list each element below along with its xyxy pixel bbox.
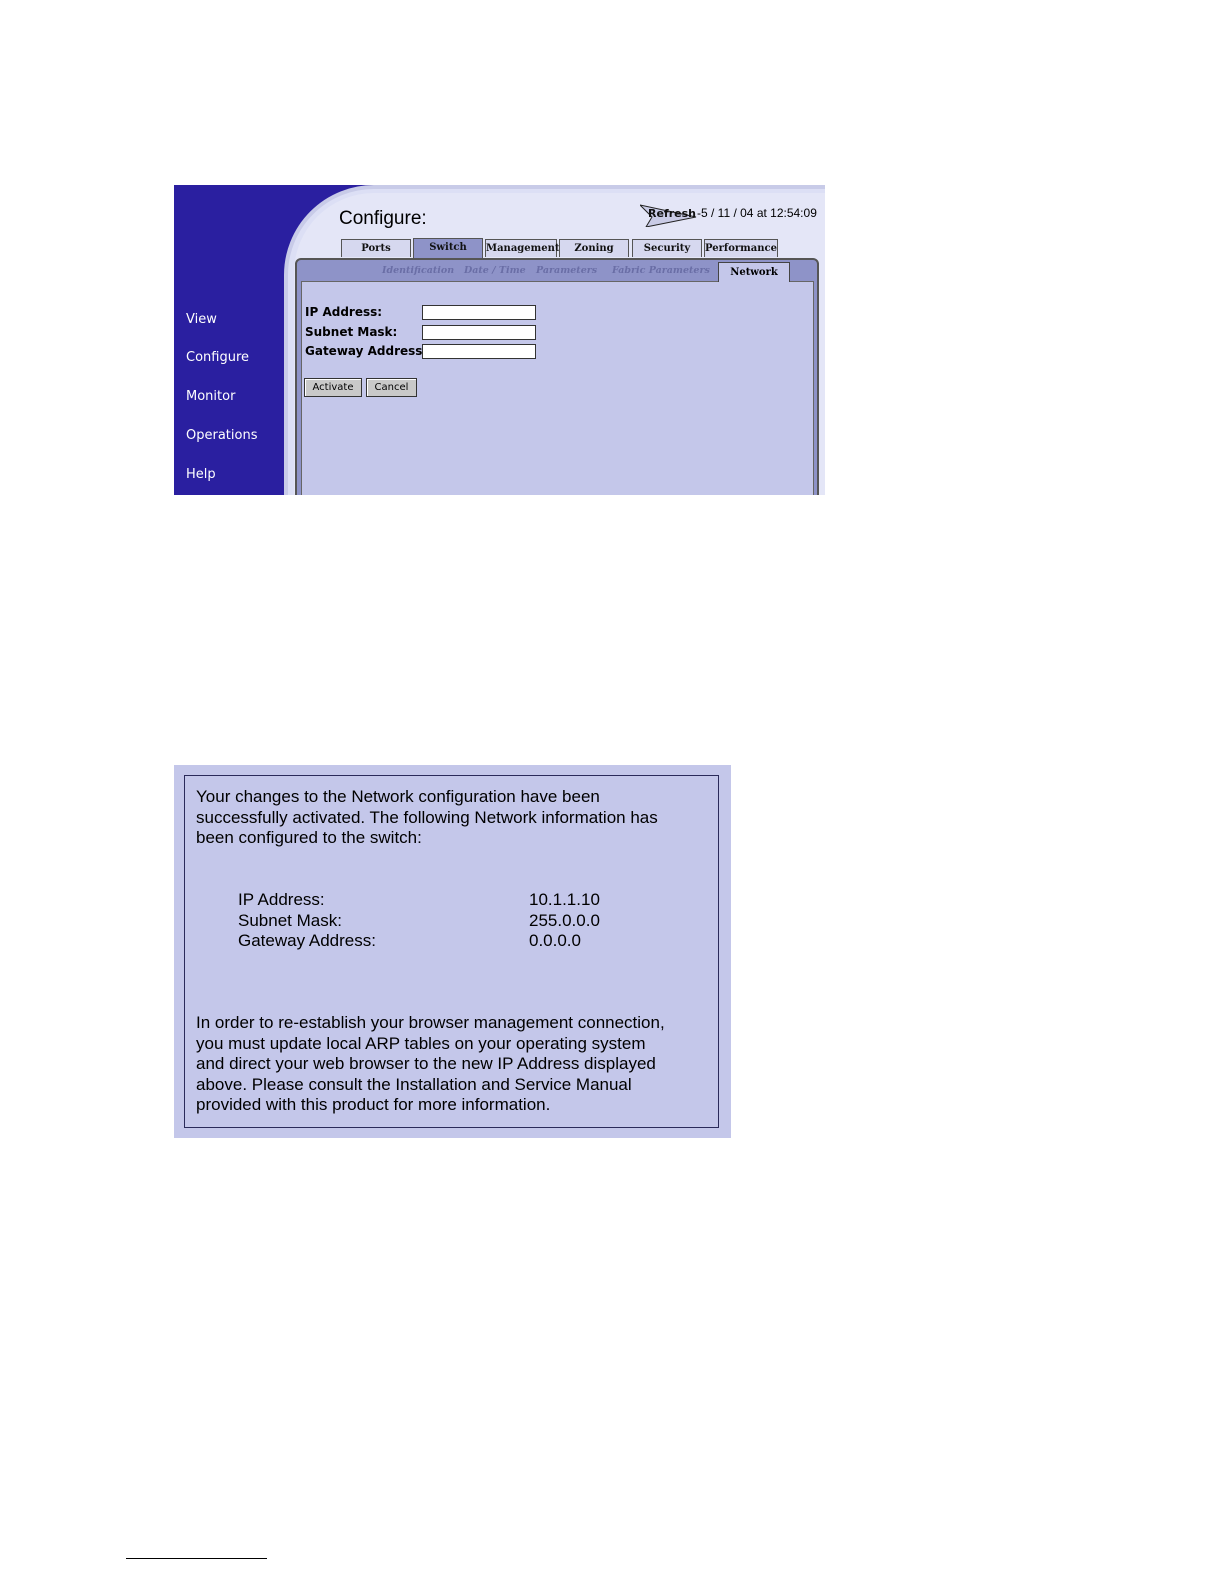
gateway-address-input[interactable] <box>422 344 536 359</box>
ip-address-label: IP Address: <box>238 890 325 909</box>
tab-management[interactable]: Management <box>485 239 560 257</box>
intro-text: Your changes to the Network configuratio… <box>196 787 658 849</box>
refresh-button[interactable]: Refresh <box>648 207 696 220</box>
tab-switch[interactable]: Switch <box>413 238 483 258</box>
outro-text: In order to re-establish your browser ma… <box>196 1013 665 1116</box>
activate-button[interactable]: Activate <box>304 378 362 397</box>
outro-line: above. Please consult the Installation a… <box>196 1074 632 1094</box>
intro-line: Your changes to the Network configuratio… <box>196 787 600 806</box>
nav-item-operations[interactable]: Operations <box>186 428 257 443</box>
subnet-mask-label: Subnet Mask: <box>238 911 342 930</box>
outro-line: you must update local ARP tables on your… <box>196 1033 646 1053</box>
gateway-address-label: Gateway Address: <box>305 344 428 358</box>
subtab-identification[interactable]: Identification <box>382 265 454 276</box>
intro-line: been configured to the switch: <box>196 828 422 848</box>
subtab-fabric-parameters[interactable]: Fabric Parameters <box>612 265 710 276</box>
ip-address-value: 10.1.1.10 <box>529 890 600 909</box>
ip-address-input[interactable] <box>422 305 536 320</box>
cancel-button[interactable]: Cancel <box>366 378 417 397</box>
nav-item-monitor[interactable]: Monitor <box>186 389 235 404</box>
nav-item-view[interactable]: View <box>186 312 217 327</box>
ip-address-label: IP Address: <box>305 305 383 319</box>
gateway-address-label: Gateway Address: <box>238 931 376 950</box>
tab-performance[interactable]: Performance <box>704 239 778 257</box>
outro-line: In order to re-establish your browser ma… <box>196 1013 665 1032</box>
subnet-mask-input[interactable] <box>422 325 536 340</box>
subtab-date-time[interactable]: Date / Time <box>464 265 526 276</box>
page-title: Configure: <box>339 208 427 229</box>
gateway-address-value: 0.0.0.0 <box>529 931 581 950</box>
sidebar-nav: View Configure Monitor Operations Help <box>174 185 294 495</box>
subnet-mask-label: Subnet Mask: <box>305 325 398 339</box>
footnote-divider <box>126 1558 267 1559</box>
confirmation-message: Your changes to the Network configuratio… <box>174 765 731 1138</box>
subnet-mask-value: 255.0.0.0 <box>529 911 600 930</box>
refresh-timestamp: -5 / 11 / 04 at 12:54:09 <box>697 206 817 220</box>
subtab-network[interactable]: Network <box>718 262 790 282</box>
intro-line: successfully activated. The following Ne… <box>196 807 658 827</box>
tab-security[interactable]: Security <box>632 239 702 257</box>
nav-item-configure[interactable]: Configure <box>186 350 249 365</box>
tab-ports[interactable]: Ports <box>341 239 411 257</box>
nav-item-help[interactable]: Help <box>186 467 216 482</box>
configure-window: View Configure Monitor Operations Help C… <box>174 185 825 495</box>
tab-zoning[interactable]: Zoning <box>559 239 629 257</box>
outro-line: and direct your web browser to the new I… <box>196 1054 656 1074</box>
outro-line: provided with this product for more info… <box>196 1095 551 1115</box>
subtab-parameters[interactable]: Parameters <box>536 265 597 276</box>
